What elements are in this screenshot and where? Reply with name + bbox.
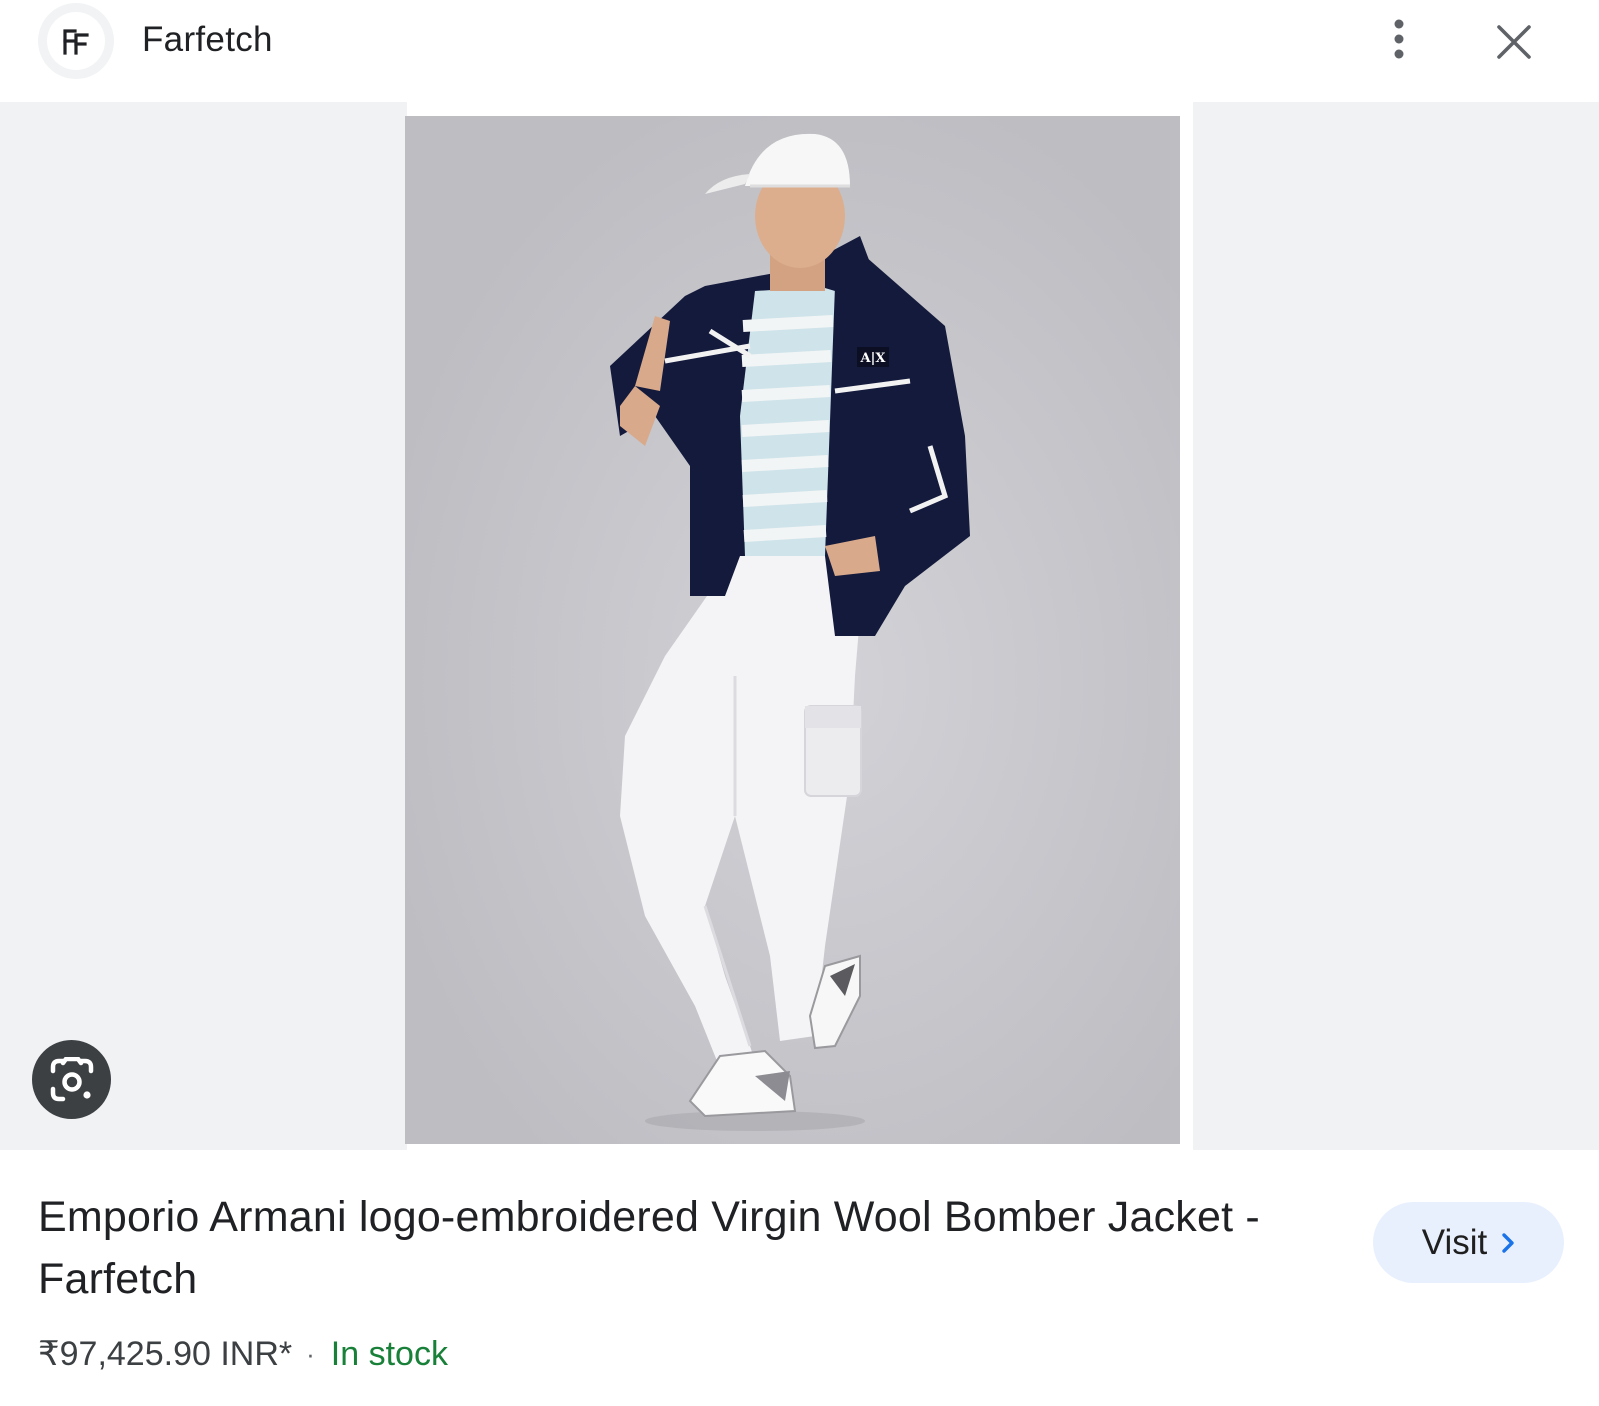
google-lens-button[interactable] [32, 1040, 111, 1119]
stock-status: In stock [330, 1335, 448, 1373]
visit-button-label: Visit [1421, 1222, 1488, 1262]
product-meta: ₹97,425.90 INR* · In stock [38, 1334, 448, 1374]
gallery-prev-panel[interactable] [0, 102, 407, 1150]
top-bar: Farfetch [0, 0, 1599, 102]
image-gallery: A|X [0, 102, 1599, 1150]
product-image[interactable]: A|X [405, 116, 1180, 1144]
more-vert-icon [1394, 19, 1404, 59]
site-name[interactable]: Farfetch [142, 20, 273, 60]
close-icon [1497, 25, 1531, 59]
more-options-button[interactable] [1376, 16, 1422, 62]
farfetch-logo-icon [47, 12, 105, 70]
site-logo[interactable] [38, 3, 114, 79]
model-illustration: A|X [405, 116, 1180, 1144]
product-title[interactable]: Emporio Armani logo-embroidered Virgin W… [38, 1186, 1318, 1310]
svg-text:A|X: A|X [860, 351, 887, 366]
meta-separator: · [306, 1339, 315, 1369]
visit-button[interactable]: Visit [1373, 1202, 1564, 1283]
product-price: ₹97,425.90 INR* [38, 1335, 293, 1373]
close-button[interactable] [1488, 16, 1540, 68]
google-lens-icon [50, 1056, 93, 1101]
chevron-right-icon [1501, 1232, 1515, 1254]
gallery-next-panel[interactable] [1193, 102, 1599, 1150]
